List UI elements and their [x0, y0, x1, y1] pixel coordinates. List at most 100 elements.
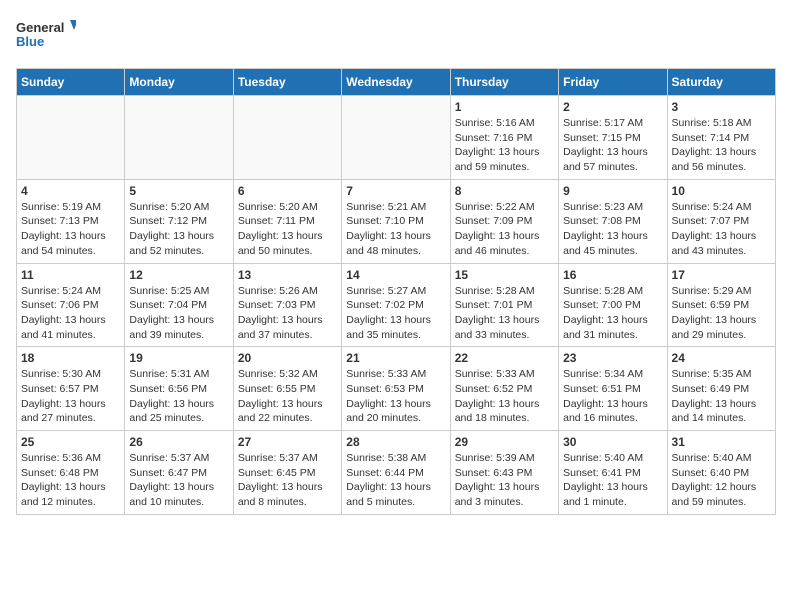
day-number: 18: [21, 351, 120, 365]
day-info: Sunrise: 5:24 AMSunset: 7:06 PMDaylight:…: [21, 284, 120, 343]
calendar-week-1: 1 Sunrise: 5:16 AMSunset: 7:16 PMDaylight…: [17, 96, 776, 180]
day-info: Sunrise: 5:36 AMSunset: 6:48 PMDaylight:…: [21, 451, 120, 510]
day-info: Sunrise: 5:34 AMSunset: 6:51 PMDaylight:…: [563, 367, 662, 426]
day-number: 14: [346, 268, 445, 282]
svg-text:General: General: [16, 20, 64, 35]
calendar-week-4: 18 Sunrise: 5:30 AMSunset: 6:57 PMDayligh…: [17, 347, 776, 431]
calendar-cell: 27 Sunrise: 5:37 AMSunset: 6:45 PMDayligh…: [233, 431, 341, 515]
calendar-cell: 1 Sunrise: 5:16 AMSunset: 7:16 PMDaylight…: [450, 96, 558, 180]
day-info: Sunrise: 5:31 AMSunset: 6:56 PMDaylight:…: [129, 367, 228, 426]
weekday-header-saturday: Saturday: [667, 69, 775, 96]
calendar-table: SundayMondayTuesdayWednesdayThursdayFrid…: [16, 68, 776, 515]
day-info: Sunrise: 5:21 AMSunset: 7:10 PMDaylight:…: [346, 200, 445, 259]
day-info: Sunrise: 5:26 AMSunset: 7:03 PMDaylight:…: [238, 284, 337, 343]
day-info: Sunrise: 5:32 AMSunset: 6:55 PMDaylight:…: [238, 367, 337, 426]
logo-svg: General Blue: [16, 16, 76, 56]
calendar-cell: 29Sunrise: 5:39 AMSunset: 6:43 PMDayligh…: [450, 431, 558, 515]
calendar-cell: 7 Sunrise: 5:21 AMSunset: 7:10 PMDaylight…: [342, 179, 450, 263]
day-number: 4: [21, 184, 120, 198]
calendar-cell: 5 Sunrise: 5:20 AMSunset: 7:12 PMDaylight…: [125, 179, 233, 263]
calendar-cell: 22 Sunrise: 5:33 AMSunset: 6:52 PMDayligh…: [450, 347, 558, 431]
calendar-cell: 10 Sunrise: 5:24 AMSunset: 7:07 PMDayligh…: [667, 179, 775, 263]
day-number: 20: [238, 351, 337, 365]
calendar-cell: 2Sunrise: 5:17 AMSunset: 7:15 PMDaylight…: [559, 96, 667, 180]
day-number: 2: [563, 100, 662, 114]
day-info: Sunrise: 5:37 AMSunset: 6:47 PMDaylight:…: [129, 451, 228, 510]
day-info: Sunrise: 5:22 AMSunset: 7:09 PMDaylight:…: [455, 200, 554, 259]
calendar-cell: [125, 96, 233, 180]
day-info: Sunrise: 5:33 AMSunset: 6:53 PMDaylight:…: [346, 367, 445, 426]
svg-text:Blue: Blue: [16, 34, 44, 49]
day-info: Sunrise: 5:37 AMSunset: 6:45 PMDaylight:…: [238, 451, 337, 510]
calendar-cell: 18 Sunrise: 5:30 AMSunset: 6:57 PMDayligh…: [17, 347, 125, 431]
day-number: 16: [563, 268, 662, 282]
day-info: Sunrise: 5:19 AMSunset: 7:13 PMDaylight:…: [21, 200, 120, 259]
weekday-header-row: SundayMondayTuesdayWednesdayThursdayFrid…: [17, 69, 776, 96]
calendar-cell: 3 Sunrise: 5:18 AMSunset: 7:14 PMDaylight…: [667, 96, 775, 180]
day-number: 1: [455, 100, 554, 114]
day-number: 12: [129, 268, 228, 282]
calendar-cell: 30 Sunrise: 5:40 AMSunset: 6:41 PMDayligh…: [559, 431, 667, 515]
calendar-cell: 19Sunrise: 5:31 AMSunset: 6:56 PMDayligh…: [125, 347, 233, 431]
day-number: 5: [129, 184, 228, 198]
calendar-cell: 26 Sunrise: 5:37 AMSunset: 6:47 PMDayligh…: [125, 431, 233, 515]
day-number: 30: [563, 435, 662, 449]
day-number: 22: [455, 351, 554, 365]
calendar-cell: 6 Sunrise: 5:20 AMSunset: 7:11 PMDaylight…: [233, 179, 341, 263]
day-info: Sunrise: 5:35 AMSunset: 6:49 PMDaylight:…: [672, 367, 771, 426]
day-info: Sunrise: 5:23 AMSunset: 7:08 PMDaylight:…: [563, 200, 662, 259]
calendar-cell: 20 Sunrise: 5:32 AMSunset: 6:55 PMDayligh…: [233, 347, 341, 431]
day-info: Sunrise: 5:29 AMSunset: 6:59 PMDaylight:…: [672, 284, 771, 343]
calendar-cell: 15Sunrise: 5:28 AMSunset: 7:01 PMDayligh…: [450, 263, 558, 347]
day-number: 11: [21, 268, 120, 282]
calendar-cell: [233, 96, 341, 180]
day-info: Sunrise: 5:28 AMSunset: 7:01 PMDaylight:…: [455, 284, 554, 343]
calendar-cell: 21Sunrise: 5:33 AMSunset: 6:53 PMDayligh…: [342, 347, 450, 431]
day-number: 13: [238, 268, 337, 282]
day-number: 28: [346, 435, 445, 449]
day-number: 17: [672, 268, 771, 282]
calendar-cell: 14 Sunrise: 5:27 AMSunset: 7:02 PMDayligh…: [342, 263, 450, 347]
day-info: Sunrise: 5:30 AMSunset: 6:57 PMDaylight:…: [21, 367, 120, 426]
day-number: 3: [672, 100, 771, 114]
calendar-week-3: 11 Sunrise: 5:24 AMSunset: 7:06 PMDayligh…: [17, 263, 776, 347]
calendar-cell: 31Sunrise: 5:40 AMSunset: 6:40 PMDayligh…: [667, 431, 775, 515]
calendar-week-2: 4 Sunrise: 5:19 AMSunset: 7:13 PMDaylight…: [17, 179, 776, 263]
calendar-cell: 12 Sunrise: 5:25 AMSunset: 7:04 PMDayligh…: [125, 263, 233, 347]
day-number: 10: [672, 184, 771, 198]
weekday-header-monday: Monday: [125, 69, 233, 96]
day-number: 27: [238, 435, 337, 449]
day-info: Sunrise: 5:33 AMSunset: 6:52 PMDaylight:…: [455, 367, 554, 426]
weekday-header-wednesday: Wednesday: [342, 69, 450, 96]
day-info: Sunrise: 5:27 AMSunset: 7:02 PMDaylight:…: [346, 284, 445, 343]
weekday-header-sunday: Sunday: [17, 69, 125, 96]
day-info: Sunrise: 5:20 AMSunset: 7:11 PMDaylight:…: [238, 200, 337, 259]
calendar-cell: 13 Sunrise: 5:26 AMSunset: 7:03 PMDayligh…: [233, 263, 341, 347]
day-info: Sunrise: 5:25 AMSunset: 7:04 PMDaylight:…: [129, 284, 228, 343]
calendar-cell: 16Sunrise: 5:28 AMSunset: 7:00 PMDayligh…: [559, 263, 667, 347]
calendar-cell: 8Sunrise: 5:22 AMSunset: 7:09 PMDaylight…: [450, 179, 558, 263]
day-number: 24: [672, 351, 771, 365]
calendar-cell: 9Sunrise: 5:23 AMSunset: 7:08 PMDaylight…: [559, 179, 667, 263]
calendar-cell: 23 Sunrise: 5:34 AMSunset: 6:51 PMDayligh…: [559, 347, 667, 431]
day-info: Sunrise: 5:40 AMSunset: 6:41 PMDaylight:…: [563, 451, 662, 510]
page-header: General Blue: [16, 16, 776, 56]
day-number: 23: [563, 351, 662, 365]
calendar-cell: 28 Sunrise: 5:38 AMSunset: 6:44 PMDayligh…: [342, 431, 450, 515]
logo: General Blue: [16, 16, 76, 56]
day-info: Sunrise: 5:24 AMSunset: 7:07 PMDaylight:…: [672, 200, 771, 259]
weekday-header-thursday: Thursday: [450, 69, 558, 96]
day-number: 6: [238, 184, 337, 198]
calendar-cell: 11 Sunrise: 5:24 AMSunset: 7:06 PMDayligh…: [17, 263, 125, 347]
day-number: 26: [129, 435, 228, 449]
day-info: Sunrise: 5:20 AMSunset: 7:12 PMDaylight:…: [129, 200, 228, 259]
day-number: 31: [672, 435, 771, 449]
weekday-header-tuesday: Tuesday: [233, 69, 341, 96]
calendar-cell: 25 Sunrise: 5:36 AMSunset: 6:48 PMDayligh…: [17, 431, 125, 515]
day-number: 25: [21, 435, 120, 449]
calendar-cell: 17 Sunrise: 5:29 AMSunset: 6:59 PMDayligh…: [667, 263, 775, 347]
day-number: 7: [346, 184, 445, 198]
day-info: Sunrise: 5:18 AMSunset: 7:14 PMDaylight:…: [672, 116, 771, 175]
day-info: Sunrise: 5:16 AMSunset: 7:16 PMDaylight:…: [455, 116, 554, 175]
day-info: Sunrise: 5:38 AMSunset: 6:44 PMDaylight:…: [346, 451, 445, 510]
